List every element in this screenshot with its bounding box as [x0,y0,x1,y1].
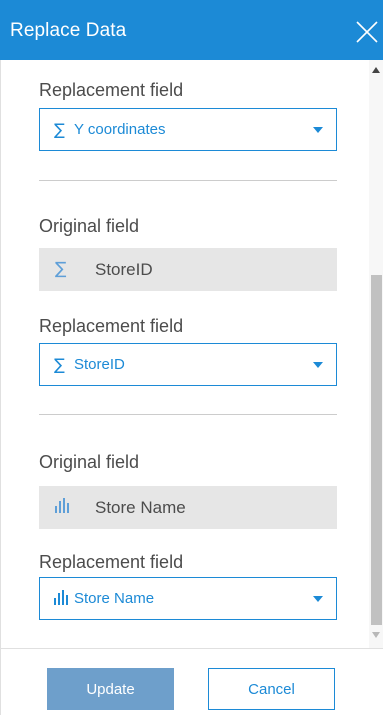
original-field-value: StoreID [95,260,153,279]
replacement-field-select[interactable]: Store Name [39,577,337,620]
sum-icon: ∑ [55,259,67,279]
replacement-field-select[interactable]: ∑ Y coordinates [39,108,337,151]
sum-icon: ∑ [54,355,65,374]
scroll-up-arrow-icon[interactable] [372,67,380,73]
chevron-down-icon [313,362,323,368]
sum-icon: ∑ [54,120,65,139]
cancel-button[interactable]: Cancel [208,668,335,710]
replacement-field-value: StoreID [74,356,125,373]
replacement-field-label: Replacement field [39,80,184,100]
chevron-down-icon [313,127,323,133]
bar-chart-icon [55,497,69,518]
original-field-label: Original field [39,216,140,236]
scroll-down-arrow-icon[interactable] [372,632,380,638]
original-field-display: ∑ StoreID [39,248,337,291]
replacement-field-label: Replacement field [39,316,184,336]
dialog-title: Replace Data [10,20,127,41]
vertical-scrollbar[interactable] [369,60,383,648]
bar-chart-icon [54,589,68,609]
update-button[interactable]: Update [47,668,174,710]
dialog-header: Replace Data [0,0,383,60]
original-field-label: Original field [39,452,140,472]
original-field-value: Store Name [95,498,186,517]
section-divider [39,180,337,181]
scrollbar-thumb[interactable] [371,275,382,625]
original-field-display: Store Name [39,486,337,529]
replacement-field-select[interactable]: ∑ StoreID [39,343,337,386]
close-button[interactable] [349,14,383,48]
dialog-footer: Update Cancel [0,648,383,715]
dialog-body: Replacement field ∑ Y coordinates Origin… [0,60,383,648]
replacement-field-label: Replacement field [39,552,184,572]
replacement-field-value: Y coordinates [74,121,166,138]
close-icon [356,21,378,43]
replace-data-dialog: Replace Data Replacement field ∑ Y coord… [0,0,383,715]
section-divider [39,414,337,415]
replacement-field-value: Store Name [74,590,155,607]
chevron-down-icon [313,596,323,602]
